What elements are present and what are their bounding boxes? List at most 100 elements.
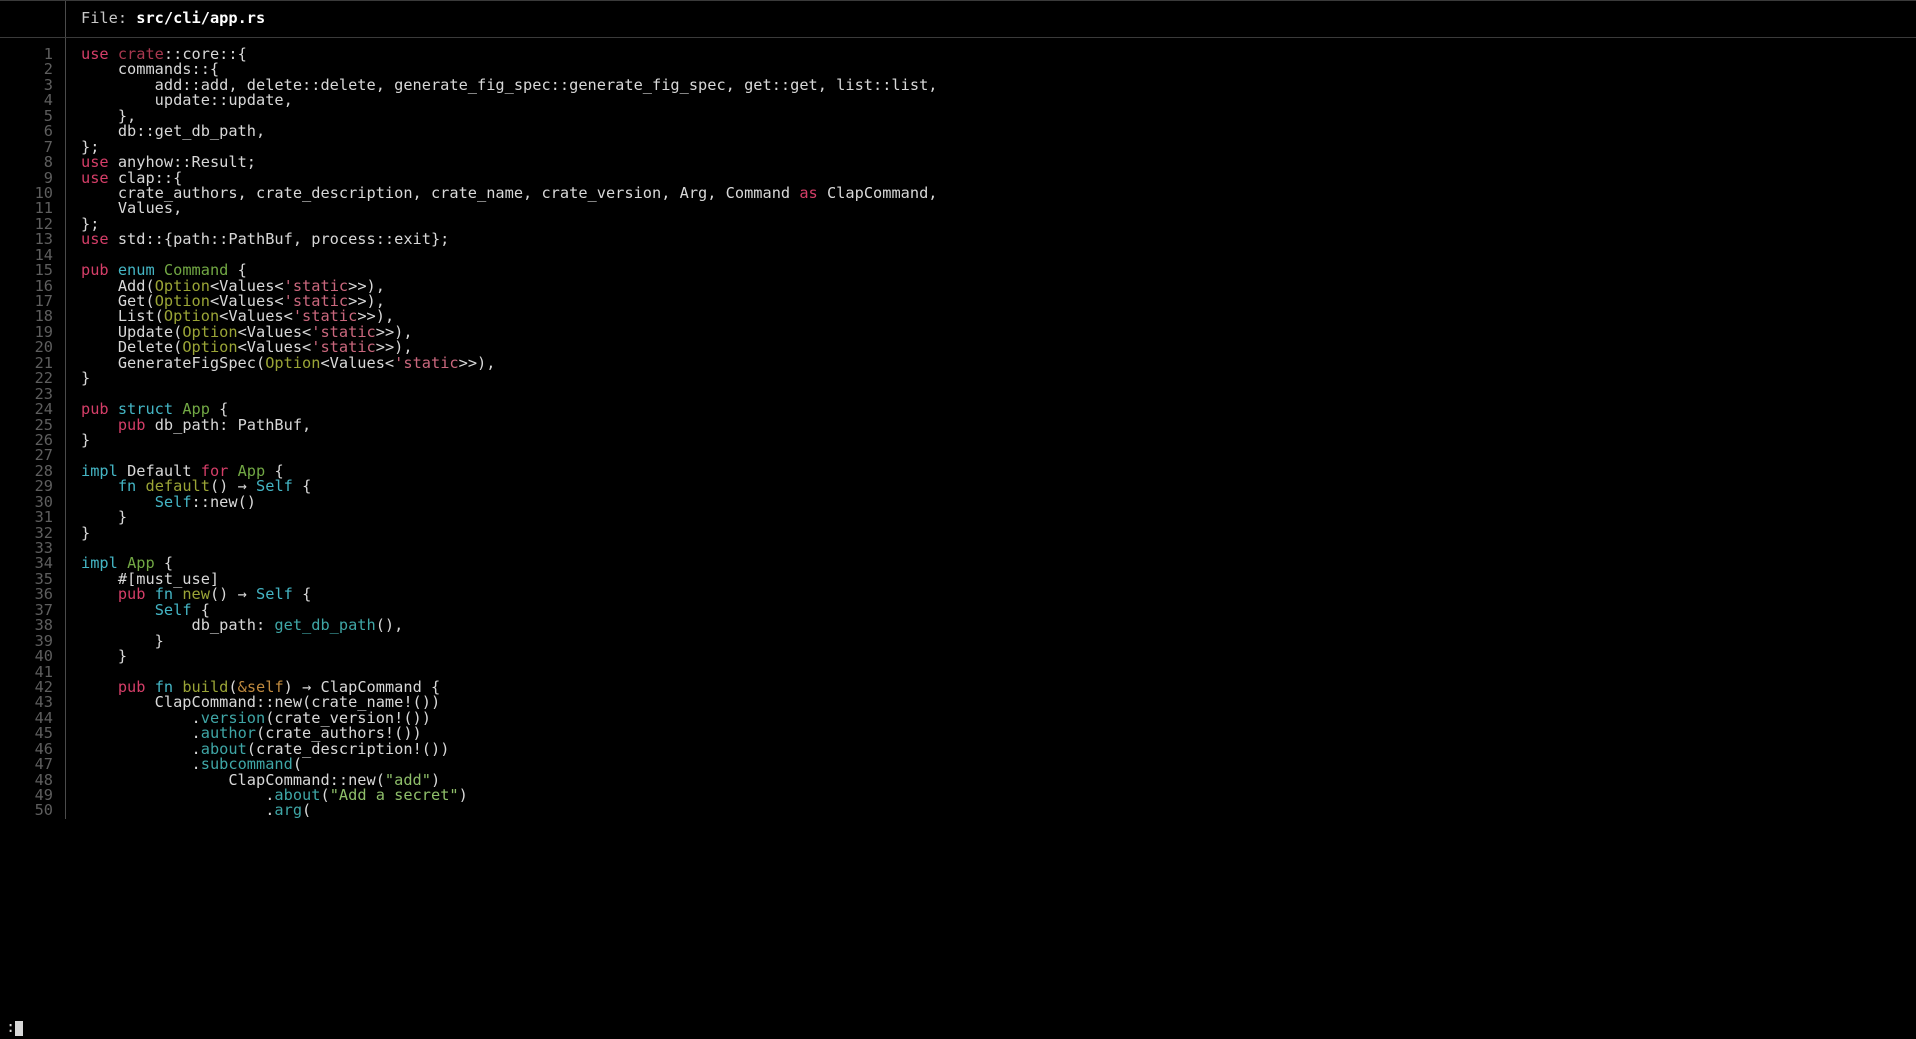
line-number: 19 xyxy=(34,322,53,341)
line-number: 20 xyxy=(34,338,53,357)
code-token: () → xyxy=(209,585,257,604)
code-token: use xyxy=(81,230,118,249)
code-line[interactable]: }; xyxy=(81,139,1916,155)
code-line[interactable]: use crate::core::{ xyxy=(81,46,1916,62)
code-line[interactable]: } xyxy=(81,369,1916,388)
code-line[interactable]: use anyhow::Result; xyxy=(81,154,1916,170)
code-line[interactable]: pub fn new() → Self { xyxy=(81,587,1916,602)
code-content[interactable]: use crate::core::{ commands::{ add::add,… xyxy=(66,38,1916,819)
code-line[interactable]: use std::{path::PathBuf, process::exit}; xyxy=(81,232,1916,247)
code-line[interactable]: .about(crate_description!()) xyxy=(81,741,1916,757)
line-number: 31 xyxy=(34,508,53,527)
line-number-gutter: 1 2 3 4 5 6 7 8 9 10 11 12 13 14 15 16 17 18 19 20 21 22 23 24 2… xyxy=(0,38,66,819)
code-token: ClapCommand, xyxy=(817,183,938,202)
line-number: 40 xyxy=(34,647,53,666)
line-number: 24 xyxy=(34,400,53,419)
code-line[interactable]: add::add, delete::delete, generate_fig_s… xyxy=(81,77,1916,93)
line-number: 34 xyxy=(34,554,53,573)
code-token: as xyxy=(799,183,818,202)
code-line[interactable]: GenerateFigSpec(Option<Values<'static>>)… xyxy=(81,353,1916,372)
line-number: 5 xyxy=(43,106,53,125)
code-line[interactable] xyxy=(81,387,1916,402)
line-number: 22 xyxy=(34,369,53,388)
code-line[interactable]: update::update, xyxy=(81,93,1916,108)
code-token: get_db_path xyxy=(274,616,376,635)
line-number: 37 xyxy=(34,600,53,619)
line-number: 42 xyxy=(34,677,53,696)
line-number: 36 xyxy=(34,585,53,604)
code-line[interactable]: .arg( xyxy=(81,803,1916,818)
line-number: 2 xyxy=(43,60,53,79)
code-line[interactable]: } xyxy=(81,523,1916,542)
line-number: 18 xyxy=(34,307,53,326)
line-number: 43 xyxy=(34,693,53,712)
code-token: . xyxy=(81,801,275,819)
line-number: 44 xyxy=(34,708,53,727)
code-token: arg xyxy=(274,801,303,819)
code-token: Self xyxy=(256,477,293,496)
code-token: { xyxy=(292,477,312,496)
code-line[interactable]: Self::new() xyxy=(81,492,1916,511)
code-token: (), xyxy=(375,616,404,635)
code-token: crate_authors, crate_description, crate_… xyxy=(81,183,800,202)
line-number: 35 xyxy=(34,569,53,588)
line-number: 39 xyxy=(34,631,53,650)
line-number: 26 xyxy=(34,430,53,449)
line-number: 6 xyxy=(43,122,53,141)
line-number: 12 xyxy=(34,214,53,233)
code-token: ) xyxy=(458,786,468,804)
line-number: 25 xyxy=(34,415,53,434)
code-line[interactable]: } xyxy=(81,432,1916,448)
line-number: 29 xyxy=(34,477,53,496)
code-line[interactable]: .about("Add a secret") xyxy=(81,786,1916,804)
line-number: 15 xyxy=(34,261,53,280)
line-number: 49 xyxy=(34,786,53,804)
code-token: } xyxy=(81,523,91,542)
code-line[interactable] xyxy=(81,448,1916,463)
code-line[interactable]: } xyxy=(81,647,1916,666)
code-token: } xyxy=(81,369,91,388)
pager-prompt: : xyxy=(6,1018,16,1037)
line-number: 14 xyxy=(34,245,53,264)
line-number: 1 xyxy=(43,45,53,63)
code-line[interactable]: impl Default for App { xyxy=(81,463,1916,479)
line-number: 8 xyxy=(43,153,53,172)
code-token: } xyxy=(81,647,128,666)
code-token: { xyxy=(292,585,312,604)
code-line[interactable]: } xyxy=(81,509,1916,525)
line-number: 45 xyxy=(34,724,53,743)
code-token: ::new() xyxy=(191,492,256,511)
line-number: 4 xyxy=(43,91,53,110)
code-line[interactable]: Values, xyxy=(81,201,1916,216)
code-line[interactable]: pub db_path: PathBuf, xyxy=(81,415,1916,434)
terminal-file-viewer: File: src/cli/app.rs 1 2 3 4 5 6 7 8 9 10 11 12 13 14… xyxy=(0,0,1916,1039)
code-viewport[interactable]: 1 2 3 4 5 6 7 8 9 10 11 12 13 14 15 16 17 18 19 20 21 22 23 24 2… xyxy=(0,38,1916,819)
code-token: GenerateFigSpec( xyxy=(81,353,266,372)
header-gutter-spacer xyxy=(0,1,66,37)
line-number: 9 xyxy=(43,168,53,187)
line-number: 46 xyxy=(34,739,53,758)
line-number: 3 xyxy=(43,75,53,94)
code-token: db_path: PathBuf, xyxy=(154,415,312,434)
line-number: 13 xyxy=(34,230,53,249)
line-number: 28 xyxy=(34,461,53,480)
code-line[interactable]: }, xyxy=(81,108,1916,124)
code-line[interactable]: impl App { xyxy=(81,556,1916,571)
code-line[interactable] xyxy=(81,541,1916,556)
code-line[interactable] xyxy=(81,248,1916,263)
status-command-line[interactable]: : xyxy=(0,1017,1916,1039)
code-token: std::{path::PathBuf, process::exit}; xyxy=(117,230,450,249)
line-number: 30 xyxy=(34,492,53,511)
line-number: 32 xyxy=(34,523,53,542)
line-number: 27 xyxy=(34,446,53,465)
code-token: Self xyxy=(256,585,293,604)
line-number: 17 xyxy=(34,292,53,310)
code-line[interactable]: crate_authors, crate_description, crate_… xyxy=(81,183,1916,202)
text-cursor xyxy=(15,1020,24,1036)
code-line[interactable]: fn default() → Self { xyxy=(81,479,1916,494)
code-line[interactable]: } xyxy=(81,633,1916,649)
code-line[interactable]: db_path: get_db_path(), xyxy=(81,616,1916,635)
code-line[interactable]: #[must_use] xyxy=(81,571,1916,587)
code-line[interactable]: db::get_db_path, xyxy=(81,123,1916,139)
code-line[interactable]: pub struct App { xyxy=(81,401,1916,417)
